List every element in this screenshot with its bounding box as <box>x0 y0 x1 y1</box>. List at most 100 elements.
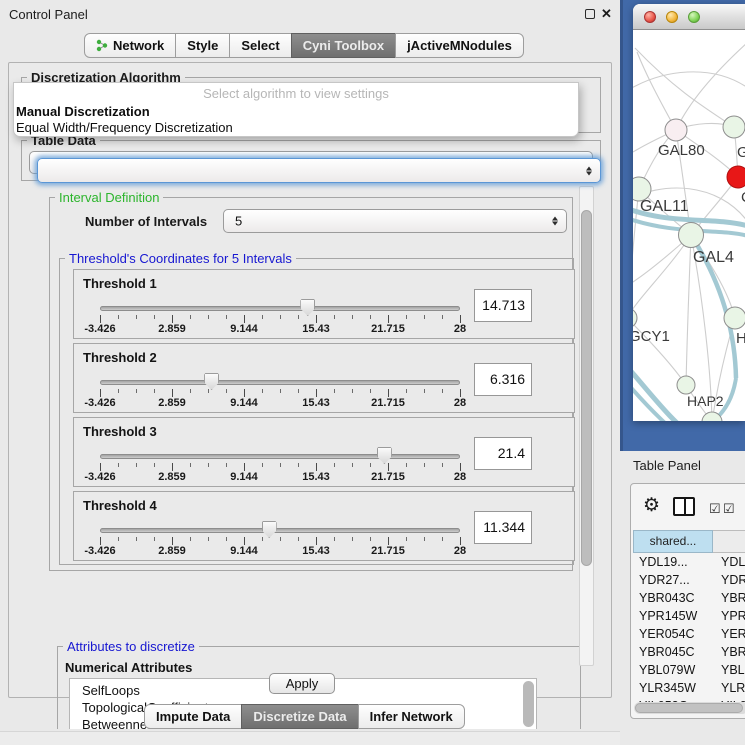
network-node[interactable] <box>727 166 745 188</box>
slider-track[interactable] <box>100 528 460 533</box>
slider-track[interactable] <box>100 306 460 311</box>
tab-network[interactable]: Network <box>84 33 176 58</box>
tab-jactivemnodules[interactable]: jActiveMNodules <box>395 33 524 58</box>
threshold-value-field[interactable]: 11.344 <box>474 511 532 544</box>
network-edge <box>686 235 691 385</box>
popup-option[interactable]: Manual Discretization <box>16 104 150 119</box>
network-node-label: H <box>736 330 745 347</box>
network-node[interactable] <box>665 119 687 141</box>
tab-cyni-toolbox[interactable]: Cyni Toolbox <box>291 33 396 58</box>
apply-button[interactable]: Apply <box>269 673 335 694</box>
network-icon <box>96 36 108 59</box>
network-node-label: G <box>737 144 745 161</box>
panel-title: Control Panel <box>9 7 88 22</box>
threshold-value-field[interactable]: 6.316 <box>474 363 532 396</box>
table-row[interactable]: YBR043CYBR0 <box>633 589 745 607</box>
threshold-label: Threshold 1 <box>83 276 157 291</box>
slider-thumb[interactable] <box>377 447 392 464</box>
combo-spinner-icon <box>586 166 592 175</box>
close-icon[interactable]: ✕ <box>601 6 612 22</box>
tab-select[interactable]: Select <box>229 33 291 58</box>
threshold-panel: Threshold 4 -3.4262.8599.14415.4321.71528… <box>73 491 575 561</box>
numerical-attributes-label: Numerical Attributes <box>65 660 192 675</box>
table-row[interactable]: YLR345WYLR3 <box>633 679 745 697</box>
table-row[interactable]: YDR27...YDR2 <box>633 571 745 589</box>
slider-thumb[interactable] <box>262 521 277 538</box>
mac-zoom-icon[interactable] <box>688 11 700 23</box>
network-edge <box>633 72 745 92</box>
table-row[interactable]: YBR045CYBR0 <box>633 643 745 661</box>
table-row[interactable]: YDL19...YDL1 <box>633 553 745 571</box>
slider-thumb[interactable] <box>300 299 315 316</box>
slider-scale: -3.4262.8599.14415.4321.71528 <box>100 471 460 484</box>
mac-close-icon[interactable] <box>644 11 656 23</box>
panel-scrollbar-thumb[interactable] <box>581 210 592 566</box>
network-edge <box>637 52 676 130</box>
network-view-window: GAL80GCGAL11GAL4GCY1HHAP2 <box>633 4 745 421</box>
tab-infer-network[interactable]: Infer Network <box>358 704 465 729</box>
network-node-label: C <box>741 189 745 206</box>
combo-spinner-icon <box>552 217 558 226</box>
network-node[interactable] <box>679 223 704 248</box>
slider-scale: -3.4262.8599.14415.4321.71528 <box>100 323 460 336</box>
number-of-intervals-value: 5 <box>235 214 242 229</box>
number-of-intervals-label: Number of Intervals <box>85 214 207 229</box>
checkbox-icon[interactable]: ☑ <box>723 501 735 517</box>
table-panel: ⚙ ☑ ☑ shared... na YDL19...YDL1YDR27...Y… <box>630 483 745 719</box>
panel-scrollbar[interactable] <box>579 186 594 666</box>
table-rows: YDL19...YDL1YDR27...YDR2YBR043CYBR0YPR14… <box>633 553 745 702</box>
bottom-tab-bar: Impute DataDiscretize DataInfer Network <box>144 704 465 729</box>
slider-scale: -3.4262.8599.14415.4321.71528 <box>100 397 460 410</box>
network-node-label: GCY1 <box>633 328 670 345</box>
bottom-strip <box>0 731 620 745</box>
network-node-label: GAL80 <box>658 142 705 159</box>
table-hscrollbar-thumb[interactable] <box>635 703 743 713</box>
slider-track[interactable] <box>100 380 460 385</box>
gear-icon[interactable]: ⚙ <box>643 494 660 517</box>
interval-definition-label: Interval Definition <box>55 190 163 205</box>
column-header-name[interactable]: na <box>713 530 745 553</box>
float-window-icon[interactable] <box>585 9 595 19</box>
slider-thumb[interactable] <box>204 373 219 390</box>
threshold-value-field[interactable]: 21.4 <box>474 437 532 470</box>
control-panel-titlebar: Control Panel ✕ <box>0 0 620 28</box>
mac-minimize-icon[interactable] <box>666 11 678 23</box>
network-node-label: GAL4 <box>693 249 734 266</box>
column-header-shared-name[interactable]: shared... <box>633 530 713 553</box>
network-window-titlebar <box>633 4 745 30</box>
network-node[interactable] <box>633 308 637 328</box>
network-node[interactable] <box>724 307 745 329</box>
threshold-panel: Threshold 3 -3.4262.8599.14415.4321.71528… <box>73 417 575 487</box>
screenshot-root: Control Panel ✕ NetworkStyleSelectCyni T… <box>0 0 745 745</box>
table-row[interactable]: YER054CYER0 <box>633 625 745 643</box>
algorithm-select[interactable] <box>37 158 601 183</box>
network-canvas[interactable]: GAL80GCGAL11GAL4GCY1HHAP2 <box>633 30 745 421</box>
algorithm-dropdown-popup: Select algorithm to view settings Manual… <box>13 82 579 137</box>
popup-option[interactable]: Equal Width/Frequency Discretization <box>16 120 233 135</box>
threshold-panel: Threshold 1 -3.4262.8599.14415.4321.71528… <box>73 269 575 339</box>
slider-scale: -3.4262.8599.14415.4321.71528 <box>100 545 460 558</box>
tab-style[interactable]: Style <box>175 33 230 58</box>
network-node-label: GAL11 <box>640 198 689 215</box>
popup-prompt: Select algorithm to view settings <box>14 86 578 101</box>
table-row[interactable]: YPR145WYPR1 <box>633 607 745 625</box>
attributes-group-label: Attributes to discretize <box>63 639 199 654</box>
tab-discretize-data[interactable]: Discretize Data <box>241 704 358 729</box>
column-layout-icon[interactable] <box>673 497 695 516</box>
threshold-label: Threshold 2 <box>83 350 157 365</box>
network-node[interactable] <box>677 376 695 394</box>
cyni-toolbox-panel: Discretization Algorithm Select algorith… <box>8 62 612 698</box>
checkbox-icon[interactable]: ☑ <box>709 501 721 517</box>
slider-track[interactable] <box>100 454 460 459</box>
tab-impute-data[interactable]: Impute Data <box>144 704 242 729</box>
threshold-label: Threshold 3 <box>83 424 157 439</box>
table-row[interactable]: YBL079WYBL0 <box>633 661 745 679</box>
table-panel-title: Table Panel <box>633 458 701 473</box>
threshold-value-field[interactable]: 14.713 <box>474 289 532 322</box>
network-node[interactable] <box>723 116 745 138</box>
table-header: shared... na <box>633 530 745 553</box>
list-scrollbar[interactable] <box>523 681 534 729</box>
number-of-intervals-select[interactable]: 5 <box>223 209 567 233</box>
threshold-label: Threshold 4 <box>83 498 157 513</box>
table-hscrollbar[interactable] <box>634 702 745 714</box>
